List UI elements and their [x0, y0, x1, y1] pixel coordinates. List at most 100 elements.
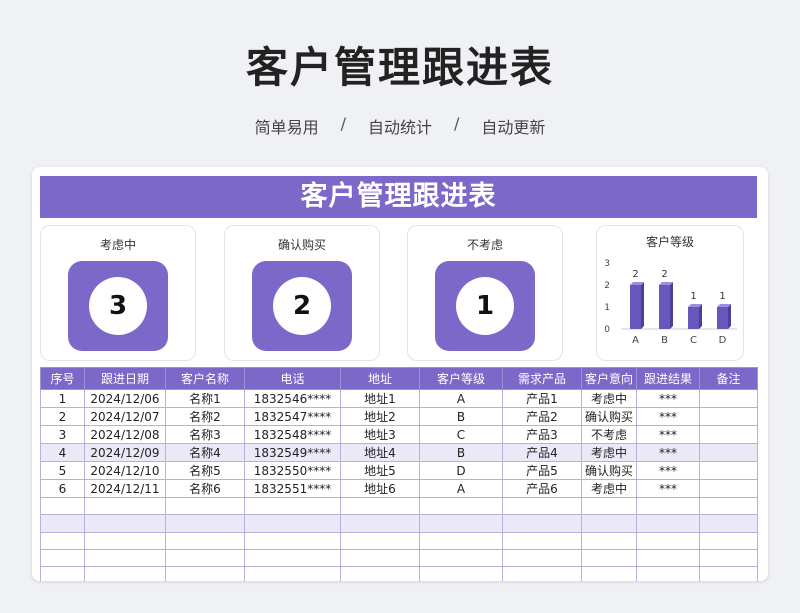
table-cell[interactable]	[636, 531, 700, 550]
table-cell[interactable]: D	[419, 461, 503, 480]
table-cell[interactable]: ***	[636, 425, 700, 444]
table-cell[interactable]: 考虑中	[581, 479, 637, 498]
table-cell[interactable]: 产品4	[502, 443, 582, 462]
table-cell[interactable]	[40, 531, 85, 550]
table-cell[interactable]	[165, 566, 245, 581]
table-cell[interactable]: ***	[636, 461, 700, 480]
table-cell[interactable]	[699, 443, 758, 462]
table-cell[interactable]: 2024/12/11	[84, 479, 166, 498]
table-cell[interactable]: 名称2	[165, 407, 245, 426]
table-cell[interactable]: 名称6	[165, 479, 245, 498]
table-cell[interactable]	[699, 531, 758, 550]
table-cell[interactable]: 3	[40, 425, 85, 444]
stat-card-confirmed[interactable]: 确认购买 2	[224, 225, 380, 361]
table-cell[interactable]: ***	[636, 479, 700, 498]
table-cell[interactable]: 2024/12/09	[84, 443, 166, 462]
table-cell[interactable]: C	[419, 425, 503, 444]
table-cell[interactable]: 2024/12/07	[84, 407, 166, 426]
column-header[interactable]: 序号	[40, 367, 85, 390]
table-cell[interactable]	[40, 548, 85, 568]
table-cell[interactable]	[581, 496, 637, 516]
table-cell[interactable]: 考虑中	[581, 443, 637, 462]
customer-level-chart[interactable]: 客户等级 01232A2B1C1D	[596, 225, 744, 361]
column-header[interactable]: 客户名称	[165, 367, 245, 390]
table-cell[interactable]	[699, 566, 758, 581]
table-cell[interactable]	[40, 496, 85, 516]
table-cell[interactable]: B	[419, 407, 503, 426]
table-cell[interactable]: 1	[40, 389, 85, 408]
table-cell[interactable]	[40, 514, 85, 533]
table-cell[interactable]	[165, 548, 245, 568]
table-cell[interactable]	[244, 531, 341, 550]
table-cell[interactable]: 2	[40, 407, 85, 426]
table-cell[interactable]: A	[419, 389, 503, 408]
bar[interactable]	[688, 304, 702, 329]
table-cell[interactable]: 名称1	[165, 389, 245, 408]
table-cell[interactable]: 1832551****	[244, 479, 341, 498]
table-cell[interactable]: 名称4	[165, 443, 245, 462]
table-cell[interactable]	[699, 548, 758, 568]
table-cell[interactable]: 名称3	[165, 425, 245, 444]
stat-card-considering[interactable]: 考虑中 3	[40, 225, 196, 361]
table-cell[interactable]	[502, 566, 582, 581]
table-cell[interactable]	[419, 514, 503, 533]
table-cell[interactable]	[502, 548, 582, 568]
table-cell[interactable]	[419, 496, 503, 516]
table-cell[interactable]	[40, 566, 85, 581]
table-cell[interactable]: 考虑中	[581, 389, 637, 408]
table-cell[interactable]	[419, 531, 503, 550]
bar[interactable]	[630, 282, 644, 329]
column-header[interactable]: 客户等级	[419, 367, 503, 390]
table-cell[interactable]: 产品1	[502, 389, 582, 408]
table-cell[interactable]	[84, 531, 166, 550]
table-cell[interactable]	[502, 496, 582, 516]
table-cell[interactable]	[84, 548, 166, 568]
table-cell[interactable]	[699, 479, 758, 498]
table-cell[interactable]: 名称5	[165, 461, 245, 480]
table-cell[interactable]: B	[419, 443, 503, 462]
table-cell[interactable]: ***	[636, 389, 700, 408]
table-cell[interactable]	[699, 461, 758, 480]
table-cell[interactable]: 地址5	[340, 461, 420, 480]
table-cell[interactable]: 产品2	[502, 407, 582, 426]
table-cell[interactable]: 确认购买	[581, 407, 637, 426]
table-cell[interactable]: 确认购买	[581, 461, 637, 480]
table-cell[interactable]	[165, 514, 245, 533]
bar[interactable]	[659, 282, 673, 329]
table-cell[interactable]	[340, 566, 420, 581]
table-cell[interactable]	[419, 566, 503, 581]
table-cell[interactable]	[340, 514, 420, 533]
table-cell[interactable]: 不考虑	[581, 425, 637, 444]
table-cell[interactable]: 地址3	[340, 425, 420, 444]
column-header[interactable]: 跟进日期	[84, 367, 166, 390]
table-cell[interactable]: 1832548****	[244, 425, 341, 444]
table-cell[interactable]	[244, 496, 341, 516]
table-cell[interactable]	[244, 566, 341, 581]
table-cell[interactable]	[340, 496, 420, 516]
table-cell[interactable]: 地址2	[340, 407, 420, 426]
table-cell[interactable]	[699, 514, 758, 533]
column-header[interactable]: 客户意向	[581, 367, 637, 390]
table-cell[interactable]	[84, 514, 166, 533]
table-cell[interactable]: 1832547****	[244, 407, 341, 426]
table-cell[interactable]	[581, 531, 637, 550]
table-cell[interactable]	[581, 548, 637, 568]
table-cell[interactable]	[636, 548, 700, 568]
table-cell[interactable]: 地址4	[340, 443, 420, 462]
column-header[interactable]: 电话	[244, 367, 341, 390]
table-cell[interactable]	[84, 496, 166, 516]
table-cell[interactable]: 2024/12/08	[84, 425, 166, 444]
table-cell[interactable]	[244, 548, 341, 568]
table-cell[interactable]: 4	[40, 443, 85, 462]
column-header[interactable]: 需求产品	[502, 367, 582, 390]
table-cell[interactable]	[340, 548, 420, 568]
column-header[interactable]: 地址	[340, 367, 420, 390]
bar[interactable]	[717, 304, 731, 329]
table-cell[interactable]	[84, 566, 166, 581]
table-cell[interactable]	[636, 496, 700, 516]
column-header[interactable]: 备注	[699, 367, 758, 390]
table-cell[interactable]: 1832546****	[244, 389, 341, 408]
table-cell[interactable]	[636, 566, 700, 581]
table-cell[interactable]	[419, 548, 503, 568]
table-cell[interactable]: 1832549****	[244, 443, 341, 462]
